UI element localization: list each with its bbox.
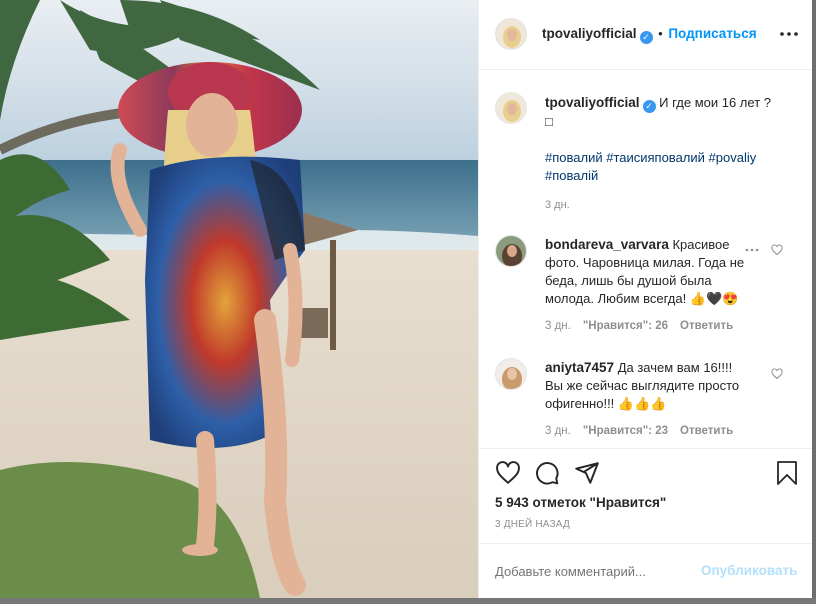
comment-username[interactable]: aniyta7457 [545,360,614,375]
comment-line-1: bondareva_varvara Красивое [545,236,765,254]
comment-button[interactable] [534,460,560,486]
beach-photo-image [0,0,478,598]
comment-likes[interactable]: "Нравится": 23 [583,425,668,437]
avatar-image [496,19,526,49]
comment-more-button[interactable] [745,244,759,256]
comment-like-button[interactable] [771,368,783,380]
caption-emoji: □ [545,114,553,129]
follow-button[interactable]: Подписаться [668,26,756,41]
comment-box-divider [479,543,813,544]
publish-button[interactable]: Опубликовать [701,563,797,578]
author-username[interactable]: tpovaliyofficial [542,26,637,41]
heart-icon [496,461,520,484]
caption-username[interactable]: tpovaliyofficial [545,95,640,110]
post-header: tpovaliyofficial ✓ • Подписаться [479,0,813,70]
verified-badge-icon: ✓ [642,100,656,113]
avatar-image [496,236,526,266]
more-horizontal-icon [780,32,798,36]
comment-text: Красивое [672,237,730,252]
comment-username[interactable]: bondareva_varvara [545,237,669,252]
heart-icon [771,368,783,380]
comment-item: bondareva_varvara Красивое фото. Чаровни… [545,236,765,332]
comment-icon [536,462,559,485]
comment-text: офигенно!!! 👍👍👍 [545,396,667,411]
header-title: tpovaliyofficial ✓ • Подписаться [542,26,757,44]
heart-icon [771,244,783,256]
avatar-image [496,359,526,389]
backdrop-edge-bottom [0,598,816,604]
comment-meta: 3 дн. "Нравится": 26 Ответить [545,320,765,332]
more-options-button[interactable] [777,24,801,44]
comment-line-1: aniyta7457 Да зачем вам 16!!!! [545,359,765,377]
avatar-image [496,93,526,123]
likes-count[interactable]: 5 943 отметок "Нравится" [495,495,666,510]
bookmark-icon [777,461,797,485]
add-comment-input[interactable] [495,559,695,583]
comment-time[interactable]: 3 дн. [545,320,571,332]
like-button[interactable] [495,460,521,486]
share-icon [575,462,599,484]
comment-text: молода. Любим всегда! 👍🖤😍 [545,291,739,306]
comment-likes[interactable]: "Нравится": 26 [583,320,668,332]
save-button[interactable] [775,460,799,486]
comment-avatar[interactable] [495,235,527,267]
instagram-post-modal: tpovaliyofficial ✓ • Подписаться tpovali… [0,0,816,604]
hashtags-line-2[interactable]: #повалій [545,167,795,185]
comment-time[interactable]: 3 дн. [545,425,571,437]
comment-like-button[interactable] [771,244,783,256]
comment-avatar[interactable] [495,358,527,390]
actions-divider [479,448,813,449]
comment-text: беда, лишь бы душой была [545,273,712,288]
caption-block: tpovaliyofficial ✓ И где мои 16 лет ? □ #… [545,94,795,211]
backdrop-edge-right [812,0,816,604]
comment-item: aniyta7457 Да зачем вам 16!!!! Вы же сей… [545,359,765,437]
reply-button[interactable]: Ответить [680,425,733,437]
comment-meta: 3 дн. "Нравится": 23 Ответить [545,425,765,437]
author-avatar[interactable] [495,18,527,50]
more-horizontal-icon [745,248,759,252]
share-button[interactable] [574,460,600,486]
post-timestamp[interactable]: 3 ДНЕЙ НАЗАД [495,519,570,530]
post-photo[interactable] [0,0,478,598]
verified-badge-icon: ✓ [639,31,653,44]
caption-text: И где мои 16 лет ? [659,95,771,110]
reply-button[interactable]: Ответить [680,320,733,332]
separator-dot: • [658,26,663,41]
caption-avatar[interactable] [495,92,527,124]
post-side-panel: tpovaliyofficial ✓ • Подписаться tpovali… [478,0,813,598]
caption-timestamp[interactable]: 3 дн. [545,199,795,211]
caption-line: tpovaliyofficial ✓ И где мои 16 лет ? [545,94,795,113]
comment-text: фото. Чаровница милая. Года не [545,255,745,270]
comment-text: Вы же сейчас выглядите просто [545,378,740,393]
comment-text: Да зачем вам 16!!!! [617,360,733,375]
hashtags-line-1[interactable]: #повалий #таисияповалий #povaliy [545,149,795,167]
